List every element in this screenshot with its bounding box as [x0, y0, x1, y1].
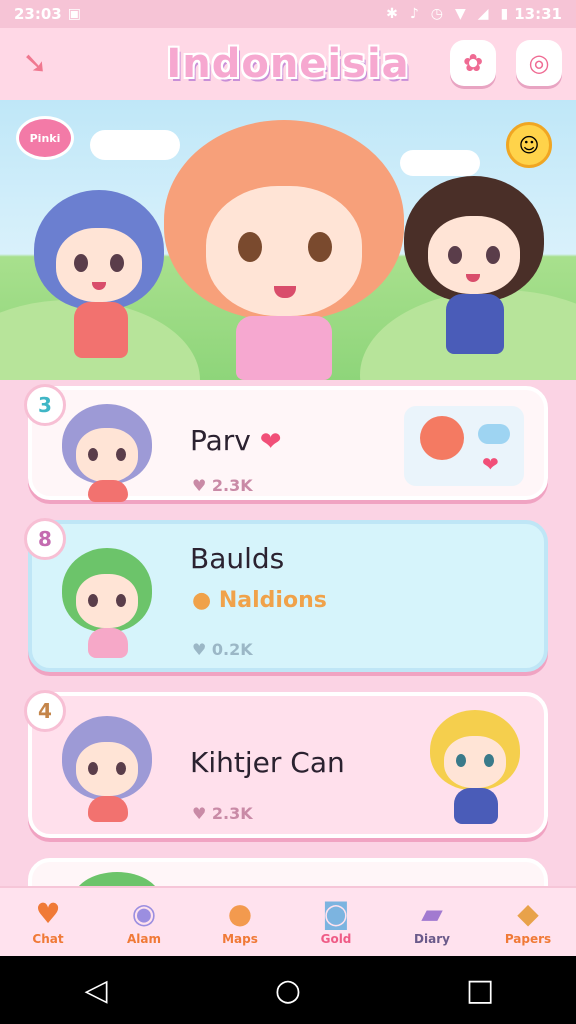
card-meta-value: 0.2K	[211, 640, 253, 659]
balloon-icon: ●	[227, 897, 253, 930]
wifi-icon: ▼	[454, 6, 466, 22]
bluetooth-icon: ✱	[386, 6, 398, 22]
hero-illustration: Pinki ☺	[0, 100, 576, 380]
card-character-decoration	[424, 706, 528, 830]
recents-icon[interactable]: □	[450, 973, 510, 1008]
card-subtitle-text: Naldions	[218, 588, 327, 613]
notification-icon: ▣	[67, 6, 81, 22]
status-time: 23:03	[14, 5, 62, 23]
nav-item-papers[interactable]: ◆ Papers	[480, 888, 576, 956]
battery-icon: ▮	[500, 6, 509, 22]
like-icon: ♥	[192, 804, 207, 823]
like-icon: ♥	[192, 640, 207, 659]
app-title: Indoneisia	[166, 41, 410, 87]
list-item[interactable]: 4 Kihtjer Can ♥ 2.3K	[24, 690, 548, 838]
avatar	[72, 872, 162, 886]
home-icon[interactable]: ○	[258, 973, 318, 1008]
like-icon: ♥	[192, 476, 207, 495]
flower-badge-icon[interactable]: ✿	[450, 40, 496, 86]
chat-bubble-icon: ◉	[131, 897, 157, 930]
nav-item-diary[interactable]: ▰ Diary	[384, 888, 480, 956]
nav-item-gold[interactable]: ◙ Gold	[288, 888, 384, 956]
list-item[interactable]: 3 Parv ❤ ♥ 2.3K ❤	[24, 384, 548, 502]
character-orange-hair[interactable]	[164, 120, 404, 380]
nav-label: Gold	[320, 932, 352, 946]
cloud	[400, 150, 480, 176]
nav-item-alam[interactable]: ◉ Alam	[96, 888, 192, 956]
sparkle-icon: ●	[192, 588, 212, 613]
nav-label: Alam	[126, 932, 161, 946]
status-right-time: 13:31	[514, 5, 562, 23]
sun-face-icon: ☺	[506, 122, 552, 168]
card-name: Baulds	[190, 542, 285, 575]
card-name: Parv ❤	[190, 424, 282, 457]
book-icon: ▰	[421, 897, 443, 930]
list-item[interactable]	[28, 858, 548, 886]
list-item[interactable]: 8 Baulds ● Naldions ♥ 0.2K	[24, 518, 548, 672]
nav-label: Maps	[222, 932, 258, 946]
back-arrow-icon[interactable]: ➘	[12, 40, 58, 86]
avatar	[54, 542, 158, 658]
nav-label: Papers	[504, 932, 552, 946]
nav-item-chat[interactable]: ♥ Chat	[0, 888, 96, 956]
speech-bubble-text: Pinki	[29, 131, 61, 145]
avatar	[54, 398, 158, 502]
character-blue-hair[interactable]	[34, 190, 164, 370]
card-meta: ♥ 2.3K	[192, 804, 253, 823]
nav-label: Chat	[32, 932, 64, 946]
card-name-text: Parv	[190, 424, 251, 457]
character-list[interactable]: 3 Parv ❤ ♥ 2.3K ❤ 8 Baulds ● Naldions ♥ …	[0, 380, 576, 886]
card-decoration: ❤	[404, 406, 524, 486]
heart-icon: ❤	[259, 427, 282, 457]
card-subtitle: ● Naldions	[192, 588, 327, 613]
signal-icon: ◢	[477, 6, 489, 22]
avatar	[54, 710, 158, 822]
card-meta-value: 2.3K	[211, 476, 253, 495]
app-header: ➘ Indoneisia ✿ ◎	[0, 28, 576, 110]
nav-label: Diary	[414, 932, 450, 946]
status-bar: 23:03 ▣ ✱ ♪ ◷ ▼ ◢ ▮ 13:31	[0, 0, 576, 28]
card-meta: ♥ 2.3K	[192, 476, 253, 495]
card-meta-value: 2.3K	[211, 804, 253, 823]
card-meta: ♥ 0.2K	[192, 640, 253, 659]
alarm-icon: ◷	[430, 6, 443, 22]
box-icon: ◆	[517, 897, 539, 930]
mute-icon: ♪	[409, 6, 419, 22]
card-name: Kihtjer Can	[190, 746, 345, 779]
nav-item-maps[interactable]: ● Maps	[192, 888, 288, 956]
back-icon[interactable]: ◁	[66, 973, 126, 1008]
heart-icon: ♥	[35, 897, 61, 930]
chat-icon[interactable]: ◎	[516, 40, 562, 86]
camera-icon: ◙	[322, 897, 350, 930]
system-navigation-bar: ◁ ○ □	[0, 956, 576, 1024]
speech-bubble: Pinki	[16, 116, 74, 160]
character-dark-hair[interactable]	[404, 176, 544, 366]
bottom-navigation: ♥ Chat ◉ Alam ● Maps ◙ Gold ▰ Diary ◆ Pa…	[0, 886, 576, 956]
